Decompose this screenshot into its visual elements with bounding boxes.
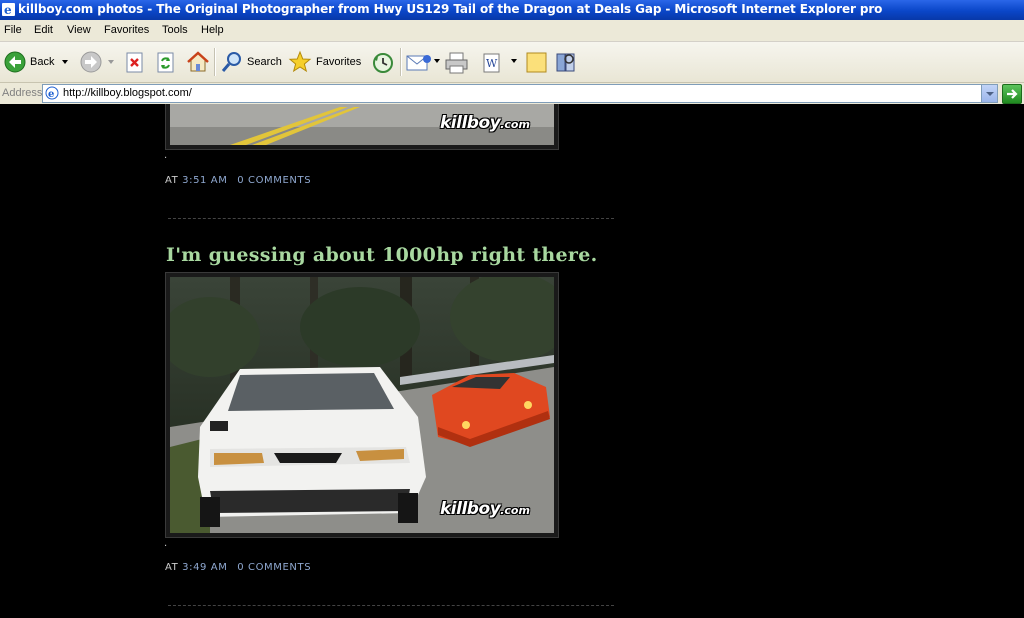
svg-text:W: W (486, 57, 498, 70)
ie-icon[interactable]: e (2, 2, 16, 17)
search-icon (221, 52, 241, 72)
address-input[interactable]: e http://killboy.blogspot.com/ (42, 84, 998, 103)
post-dot: . (164, 538, 168, 549)
go-icon (1007, 89, 1018, 99)
research-icon[interactable] (554, 51, 578, 75)
post-time-link[interactable]: 3:51 AM (182, 175, 227, 186)
address-label: Address (2, 87, 43, 99)
menu-help[interactable]: Help (201, 24, 224, 36)
window-title: killboy.com photos - The Original Photog… (18, 2, 883, 16)
search-label: Search (247, 56, 282, 68)
post-comments-link[interactable]: 0 COMMENTS (237, 175, 311, 186)
back-icon (4, 51, 26, 73)
mail-dropdown-icon[interactable] (434, 59, 440, 63)
edit-icon[interactable]: W (482, 52, 502, 74)
post-meta: AT 3:51 AM 0 COMMENTS (165, 175, 311, 186)
address-url: http://killboy.blogspot.com/ (63, 87, 192, 99)
post-dot: . (164, 150, 168, 161)
post-photo[interactable]: killboy.com (165, 272, 559, 538)
back-button[interactable]: Back (2, 48, 72, 76)
favorites-star-icon (288, 50, 312, 73)
home-icon[interactable] (186, 50, 210, 74)
toolbar-separator (214, 48, 216, 76)
history-icon[interactable] (371, 51, 395, 75)
post-title[interactable]: I'm guessing about 1000hp right there. (166, 244, 598, 266)
search-button[interactable]: Search (220, 48, 282, 76)
menu-edit[interactable]: Edit (34, 24, 53, 36)
post-divider (168, 218, 614, 219)
killboy-watermark: killboy.com (440, 499, 530, 519)
mail-icon[interactable] (406, 53, 432, 73)
menu-tools[interactable]: Tools (162, 24, 188, 36)
print-icon[interactable] (444, 51, 470, 75)
back-label: Back (30, 56, 55, 68)
back-dropdown-icon[interactable] (62, 60, 68, 64)
menu-file[interactable]: File (4, 24, 22, 36)
post-time-link[interactable]: 3:49 AM (182, 562, 227, 573)
address-dropdown-icon[interactable] (981, 85, 997, 102)
toolbar-separator (400, 48, 402, 76)
photo-image: killboy.com (170, 104, 554, 145)
toolbar: Back Search Favorites W (0, 42, 1024, 83)
forward-icon (80, 51, 102, 73)
post-at-label: AT (165, 175, 179, 186)
page-content: killboy.com . AT 3:51 AM 0 COMMENTS I'm … (0, 104, 1024, 618)
go-button[interactable] (1002, 84, 1022, 104)
favorites-button[interactable]: Favorites (288, 48, 364, 76)
forward-button[interactable] (78, 48, 118, 76)
post-photo[interactable]: killboy.com (165, 104, 559, 150)
post-divider (168, 605, 614, 606)
menu-view[interactable]: View (67, 24, 91, 36)
stop-icon[interactable] (125, 52, 145, 74)
svg-text:e: e (48, 89, 54, 100)
address-bar: Address e http://killboy.blogspot.com/ (0, 83, 1024, 105)
cars-photo (170, 277, 554, 533)
title-bar: e killboy.com photos - The Original Phot… (0, 0, 1024, 20)
forward-dropdown-icon[interactable] (108, 60, 114, 64)
photo-image: killboy.com (170, 277, 554, 533)
refresh-icon[interactable] (156, 52, 176, 74)
post-comments-link[interactable]: 0 COMMENTS (237, 562, 311, 573)
page-icon: e (45, 86, 59, 100)
post-meta: AT 3:49 AM 0 COMMENTS (165, 562, 311, 573)
menu-bar: File Edit View Favorites Tools Help (0, 20, 1024, 42)
messenger-icon[interactable] (525, 51, 549, 75)
favorites-label: Favorites (316, 56, 362, 68)
edit-dropdown-icon[interactable] (511, 59, 517, 63)
post-at-label: AT (165, 562, 179, 573)
menu-favorites[interactable]: Favorites (104, 24, 149, 36)
killboy-watermark: killboy.com (440, 113, 530, 133)
svg-text:e: e (4, 3, 12, 17)
